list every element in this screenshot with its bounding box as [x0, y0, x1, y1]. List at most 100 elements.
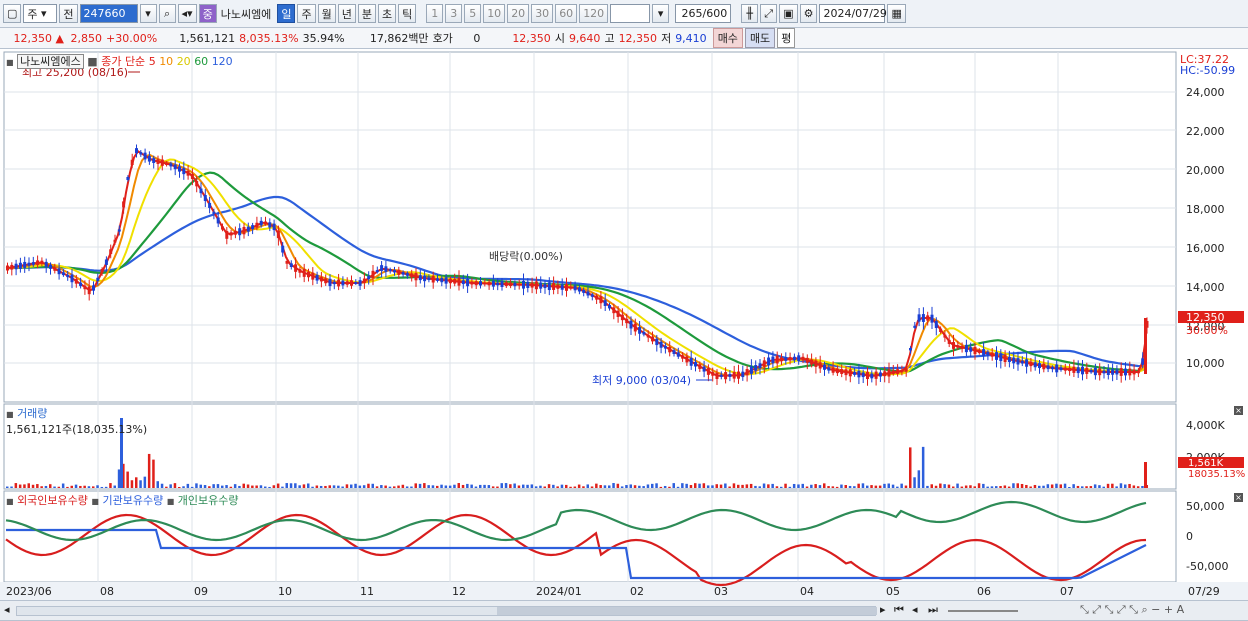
- period-day-tab[interactable]: 일: [277, 4, 296, 23]
- trade-amount: 17,862백만: [369, 32, 429, 45]
- candle-body: [414, 272, 418, 281]
- zoom-slider[interactable]: [948, 610, 1018, 612]
- interval-30[interactable]: 30: [531, 4, 554, 23]
- volume-bar: [629, 484, 632, 488]
- scroll-left-icon[interactable]: ◂: [4, 603, 10, 616]
- interval-1[interactable]: 1: [426, 4, 444, 23]
- volume-bar: [195, 483, 198, 488]
- save-icon[interactable]: ▣: [779, 4, 798, 23]
- volume-bar: [956, 483, 959, 488]
- eval-button[interactable]: 평: [777, 28, 796, 48]
- first-page-icon[interactable]: ⏮: [894, 603, 904, 617]
- institution-holdings-label[interactable]: 기관보유수량: [102, 494, 163, 507]
- low-price: 9,410: [675, 31, 707, 45]
- buy-button[interactable]: 매수: [712, 28, 743, 48]
- search-icon[interactable]: ⌕: [158, 4, 176, 23]
- date-input[interactable]: 2024/07/29: [819, 4, 887, 23]
- volume-bar: [530, 484, 534, 488]
- open-price: 9,640: [568, 31, 601, 45]
- volume-bar: [853, 486, 856, 488]
- candle-icon[interactable]: ╫: [741, 4, 759, 23]
- prev-button[interactable]: 전: [59, 4, 78, 23]
- market-type-select[interactable]: 주 ▾: [23, 4, 58, 23]
- volume-bar: [483, 484, 486, 488]
- close-volume-icon[interactable]: ×: [1234, 406, 1243, 415]
- volume-bar: [109, 483, 112, 488]
- period-week-tab[interactable]: 주: [297, 4, 316, 23]
- volume-bar: [534, 486, 538, 488]
- prev-page-icon[interactable]: ◂: [912, 603, 918, 616]
- ma-120-label[interactable]: 120: [212, 55, 233, 68]
- volume-bar: [130, 480, 134, 488]
- period-minute-tab[interactable]: 분: [357, 4, 376, 23]
- stock-code-input[interactable]: 247660: [79, 4, 138, 23]
- volume-bar: [603, 485, 607, 488]
- draw-tool-icon[interactable]: ⤢: [760, 4, 778, 23]
- window-icon[interactable]: ▢: [3, 4, 22, 23]
- volume-title[interactable]: 거래량: [17, 407, 47, 420]
- candle-body: [345, 281, 349, 285]
- candle-body: [324, 278, 328, 284]
- volume-bar: [732, 483, 736, 488]
- ma-20-label[interactable]: 20: [177, 55, 191, 68]
- scrollbar-track[interactable]: [16, 606, 877, 616]
- ma-60-label[interactable]: 60: [194, 55, 208, 68]
- sell-button[interactable]: 매도: [744, 28, 776, 48]
- ma-5-label[interactable]: 5: [149, 55, 156, 68]
- volume-bar: [1025, 484, 1028, 488]
- interval-3[interactable]: 3: [445, 4, 463, 23]
- scrollbar-thumb[interactable]: [497, 607, 877, 615]
- interval-input[interactable]: [610, 4, 651, 23]
- volume-bar: [917, 470, 921, 488]
- candle-body: [939, 328, 943, 333]
- period-month-tab[interactable]: 월: [317, 4, 336, 23]
- candle-body: [173, 164, 177, 170]
- interval-dropdown-icon[interactable]: ▾: [652, 4, 670, 23]
- candle-body: [302, 269, 306, 277]
- candle-body: [1033, 362, 1037, 368]
- individual-holdings-label[interactable]: 개인보유수량: [178, 494, 239, 507]
- candle-body: [418, 275, 422, 281]
- period-second-tab[interactable]: 초: [377, 4, 397, 23]
- draw-tools-icon[interactable]: ⤡ ⤢ ⤡ ⤢ ⤡ ⌕ − + A: [1080, 603, 1184, 617]
- foreign-holdings-label[interactable]: 외국인보유수량: [17, 494, 88, 507]
- stock-chart[interactable]: 24,000 22,000 20,000 18,000 16,000 14,00…: [0, 50, 1248, 600]
- volume-bar: [135, 477, 138, 488]
- hold-y-tick: -50,000: [1186, 560, 1228, 573]
- ma-10-label[interactable]: 10: [159, 55, 173, 68]
- price-legend-name[interactable]: 나노씨엠에스: [17, 54, 84, 69]
- next-page-icon[interactable]: ⏭: [928, 603, 938, 617]
- close-holdings-icon[interactable]: ×: [1234, 493, 1243, 502]
- x-tick: 12: [452, 585, 466, 598]
- count-display[interactable]: 265/600: [675, 4, 732, 23]
- hc-label: HC:-50.99: [1180, 64, 1235, 77]
- interval-120[interactable]: 120: [579, 4, 609, 23]
- interval-60[interactable]: 60: [555, 4, 578, 23]
- period-year-tab[interactable]: 년: [337, 4, 356, 23]
- interval-10[interactable]: 10: [483, 4, 506, 23]
- speaker-icon[interactable]: ◂▾: [177, 4, 197, 23]
- scroll-right-icon[interactable]: ▸: [880, 603, 886, 616]
- x-tick: 06: [977, 585, 991, 598]
- ma-label[interactable]: 종가 단순: [101, 55, 145, 68]
- period-tick-tab[interactable]: 틱: [398, 4, 417, 23]
- gear-icon[interactable]: ⚙: [799, 4, 818, 23]
- calendar-icon[interactable]: ▦: [887, 4, 906, 23]
- interval-5[interactable]: 5: [464, 4, 482, 23]
- candle-body: [582, 290, 586, 293]
- volume-bar: [1055, 483, 1058, 488]
- candle-body: [827, 367, 831, 371]
- x-tick: 10: [278, 585, 292, 598]
- candle-body: [259, 220, 263, 226]
- volume-bar: [190, 486, 194, 488]
- volume-bar: [79, 485, 82, 488]
- candle-body: [1016, 358, 1020, 365]
- volume-bar: [595, 483, 598, 488]
- volume-bar: [668, 486, 671, 488]
- code-dropdown-icon[interactable]: ▾: [139, 4, 157, 23]
- volume-bar: [900, 483, 903, 488]
- volume-legend: ■ 거래량 1,561,121주(18,035.13%): [6, 405, 147, 437]
- volume-bar: [371, 483, 374, 488]
- volume-bar: [350, 484, 353, 488]
- interval-20[interactable]: 20: [507, 4, 530, 23]
